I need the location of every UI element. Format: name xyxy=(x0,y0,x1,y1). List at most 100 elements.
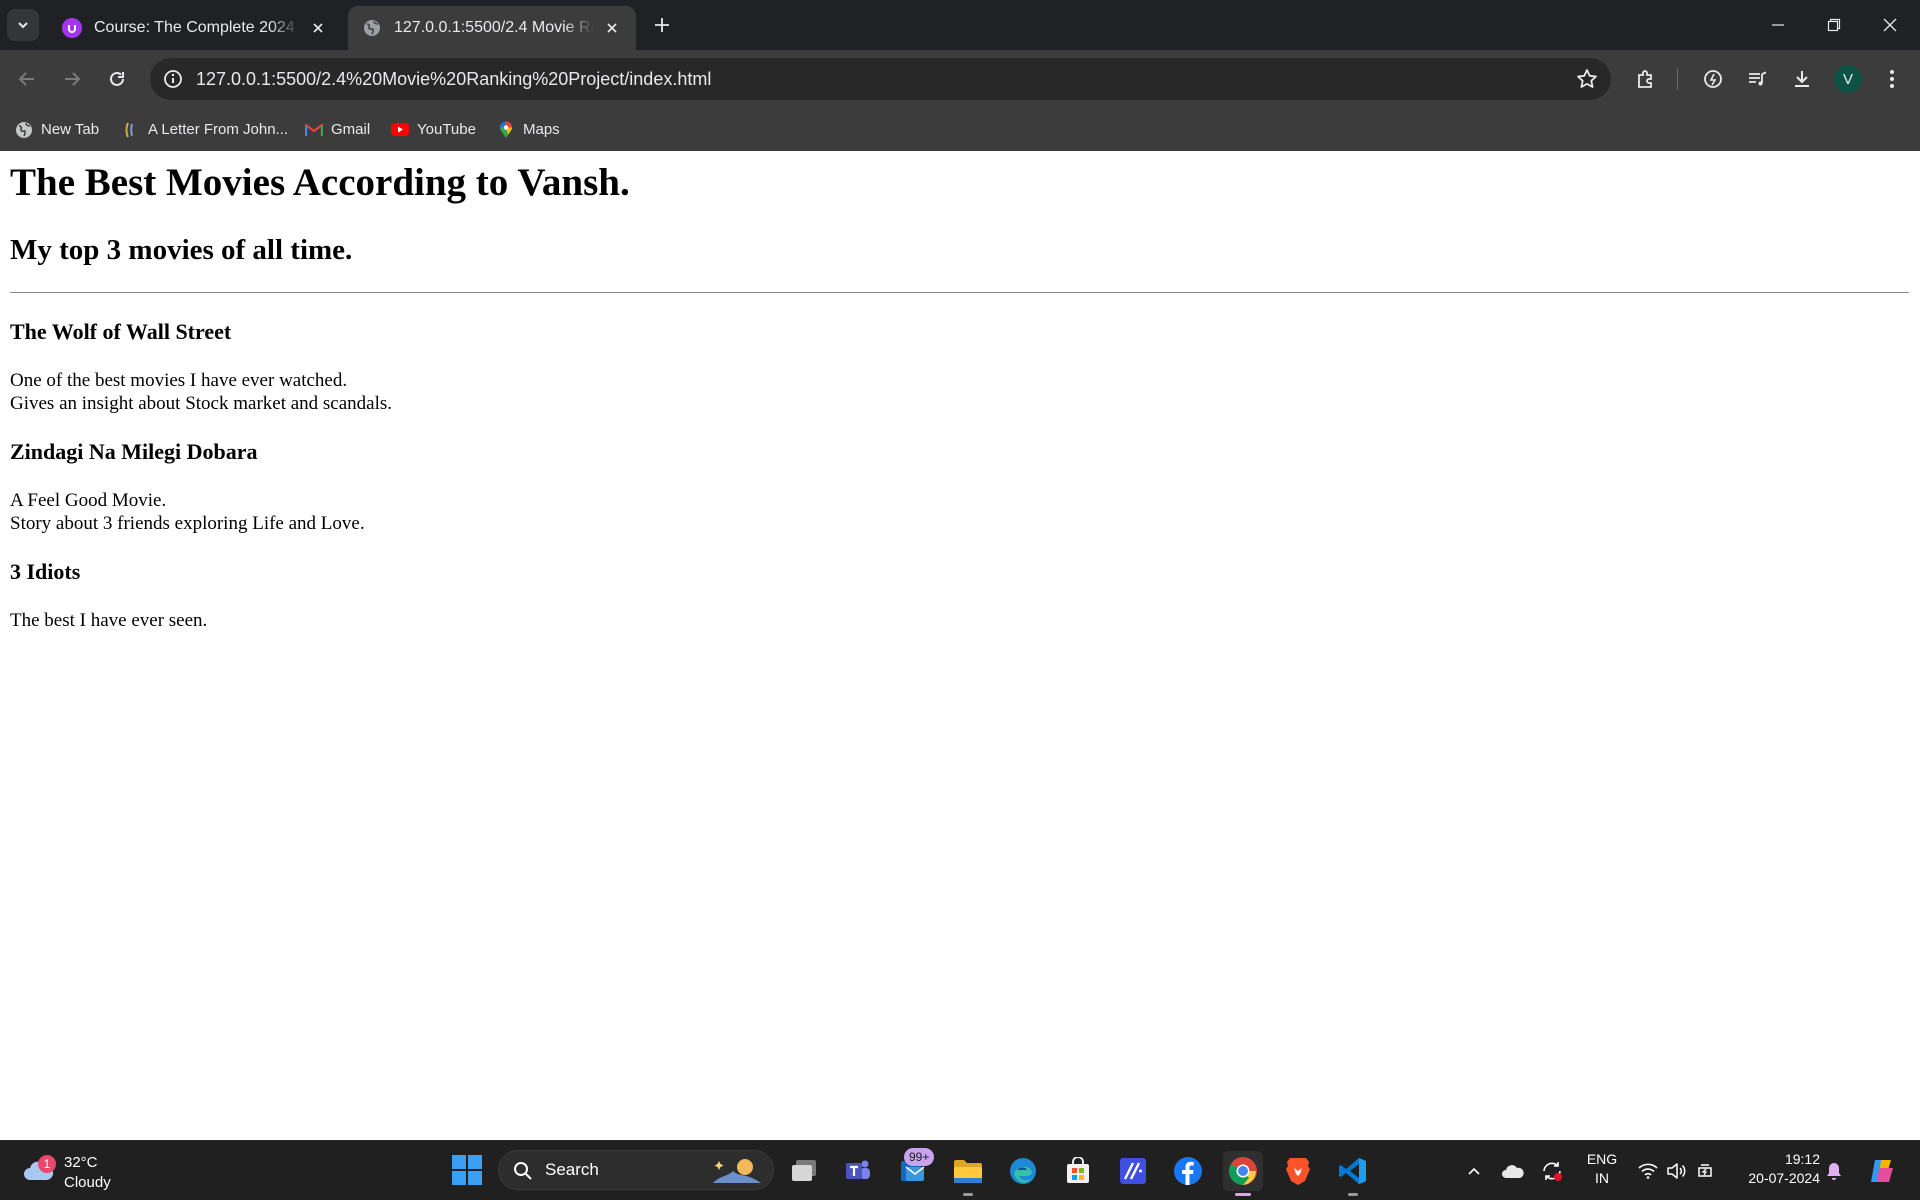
windows-taskbar: 1 32°C Cloudy Search 99+ ENG IN 19:12 20… xyxy=(0,1140,1920,1200)
onedrive-button[interactable] xyxy=(1501,1159,1525,1183)
edge-button[interactable] xyxy=(1003,1151,1043,1191)
bell-icon xyxy=(1827,1163,1841,1180)
chevron-up-icon xyxy=(1468,1167,1480,1175)
bookmark-new-tab[interactable]: New Tab xyxy=(15,108,99,151)
minimize-button[interactable] xyxy=(1750,0,1806,50)
bookmark-gmail[interactable]: Gmail xyxy=(305,108,370,151)
restore-button[interactable] xyxy=(1806,0,1862,50)
globe-icon xyxy=(15,121,33,139)
bookmarks-bar: New Tab A Letter From John... Gmail YouT… xyxy=(0,108,1920,151)
sync-button[interactable] xyxy=(1540,1159,1564,1183)
bookmark-star-icon[interactable] xyxy=(1575,67,1599,91)
notifications-button[interactable] xyxy=(1822,1159,1846,1183)
site-info-icon[interactable] xyxy=(160,66,186,92)
bookmark-label: Maps xyxy=(523,121,560,138)
page-subtitle: My top 3 movies of all time. xyxy=(10,234,353,266)
profile-avatar[interactable]: V xyxy=(1834,65,1862,93)
close-icon[interactable] xyxy=(602,18,622,38)
close-icon[interactable] xyxy=(308,18,328,38)
download-icon xyxy=(1795,71,1809,87)
brave-button[interactable] xyxy=(1278,1151,1318,1191)
clock-date: 20-07-2024 xyxy=(1748,1170,1820,1186)
chrome-icon xyxy=(1229,1157,1257,1185)
movie-description-line: The best I have ever seen. xyxy=(10,610,208,631)
divider xyxy=(10,292,1909,293)
puzzle-icon xyxy=(1638,70,1652,88)
reload-icon xyxy=(110,71,124,86)
plus-icon xyxy=(655,18,669,32)
tab-title: 127.0.0.1:5500/2.4 Movie Ranking Project… xyxy=(394,19,594,36)
app-icon xyxy=(1120,1158,1146,1184)
vscode-button[interactable] xyxy=(1333,1151,1373,1196)
clock[interactable]: 19:12 20-07-2024 xyxy=(1730,1150,1820,1188)
page-title: The Best Movies According to Vansh. xyxy=(10,161,630,204)
media-controls-button[interactable] xyxy=(1741,63,1773,95)
toolbar-separator xyxy=(1677,68,1678,90)
url-text[interactable]: 127.0.0.1:5500/2.4%20Movie%20Ranking%20P… xyxy=(196,58,711,100)
facebook-button[interactable] xyxy=(1168,1151,1208,1191)
show-hidden-icons-button[interactable] xyxy=(1462,1159,1486,1183)
battery-button[interactable] xyxy=(1694,1159,1718,1183)
weather-temperature: 32°C xyxy=(64,1154,98,1171)
speaker-icon xyxy=(1667,1163,1686,1179)
copilot-icon xyxy=(1871,1160,1893,1182)
browser-toolbar: 127.0.0.1:5500/2.4%20Movie%20Ranking%20P… xyxy=(0,50,1920,108)
bookmark-favicon xyxy=(122,121,140,139)
store-icon xyxy=(1067,1157,1089,1183)
wifi-icon xyxy=(1638,1163,1658,1179)
bookmark-label: Gmail xyxy=(331,121,371,138)
bookmark-youtube[interactable]: YouTube xyxy=(391,108,476,151)
search-icon xyxy=(514,1162,532,1180)
back-button[interactable] xyxy=(9,61,45,97)
vscode-icon xyxy=(1339,1158,1366,1184)
performance-button[interactable] xyxy=(1697,63,1729,95)
volume-button[interactable] xyxy=(1664,1159,1688,1183)
close-window-button[interactable] xyxy=(1862,0,1918,50)
movie-description-line: Gives an insight about Stock market and … xyxy=(10,393,393,414)
movie-description-line: A Feel Good Movie. xyxy=(10,490,167,511)
running-indicator xyxy=(963,1193,973,1196)
new-tab-button[interactable] xyxy=(648,11,676,39)
mail-unread-badge: 99+ xyxy=(904,1148,935,1166)
task-view-icon xyxy=(792,1160,816,1181)
movie-description-line: Story about 3 friends exploring Life and… xyxy=(10,513,365,534)
chevron-down-icon xyxy=(18,22,28,29)
windows-logo-icon xyxy=(452,1155,482,1185)
reload-button[interactable] xyxy=(99,61,135,97)
pinned-app-button[interactable] xyxy=(1113,1151,1153,1191)
restore-icon xyxy=(1827,18,1841,32)
menu-button[interactable] xyxy=(1876,63,1908,95)
web-page-content: The Best Movies According to Vansh. My t… xyxy=(0,151,1920,1140)
teams-icon xyxy=(846,1160,870,1179)
search-highlight-icon xyxy=(713,1159,761,1183)
bookmark-label: YouTube xyxy=(417,121,476,138)
address-bar[interactable]: 127.0.0.1:5500/2.4%20Movie%20Ranking%20P… xyxy=(150,58,1611,100)
copilot-button[interactable] xyxy=(1866,1155,1898,1187)
tab-movie-ranking[interactable]: 127.0.0.1:5500/2.4 Movie Ranking Project… xyxy=(348,6,636,50)
movie-description-line: One of the best movies I have ever watch… xyxy=(10,370,348,391)
forward-button[interactable] xyxy=(54,61,90,97)
bookmark-label: New Tab xyxy=(41,121,100,138)
teams-button[interactable] xyxy=(838,1151,878,1191)
file-explorer-button[interactable] xyxy=(948,1151,988,1196)
onedrive-icon xyxy=(1502,1165,1524,1178)
chrome-button[interactable] xyxy=(1223,1151,1263,1196)
language-indicator[interactable]: ENG IN xyxy=(1584,1150,1620,1188)
downloads-button[interactable] xyxy=(1786,63,1818,95)
movie-title: The Wolf of Wall Street xyxy=(10,319,232,344)
language-code: ENG xyxy=(1586,1151,1618,1167)
wifi-button[interactable] xyxy=(1636,1159,1660,1183)
task-view-button[interactable] xyxy=(784,1151,824,1191)
browser-tab-strip: Course: The Complete 2024 Web Developmen… xyxy=(0,0,1920,50)
store-button[interactable] xyxy=(1058,1151,1098,1191)
weather-condition: Cloudy xyxy=(64,1174,111,1191)
notification-badge: 1 xyxy=(38,1155,56,1173)
bookmark-letter[interactable]: A Letter From John... xyxy=(122,108,288,151)
taskbar-search[interactable]: Search xyxy=(498,1150,774,1190)
tab-search-button[interactable] xyxy=(7,9,39,41)
tab-course[interactable]: Course: The Complete 2024 Web Developmen… xyxy=(48,6,342,50)
extensions-button[interactable] xyxy=(1630,63,1662,95)
udemy-icon xyxy=(62,18,82,38)
bookmark-maps[interactable]: Maps xyxy=(497,108,560,151)
start-button[interactable] xyxy=(452,1155,482,1185)
